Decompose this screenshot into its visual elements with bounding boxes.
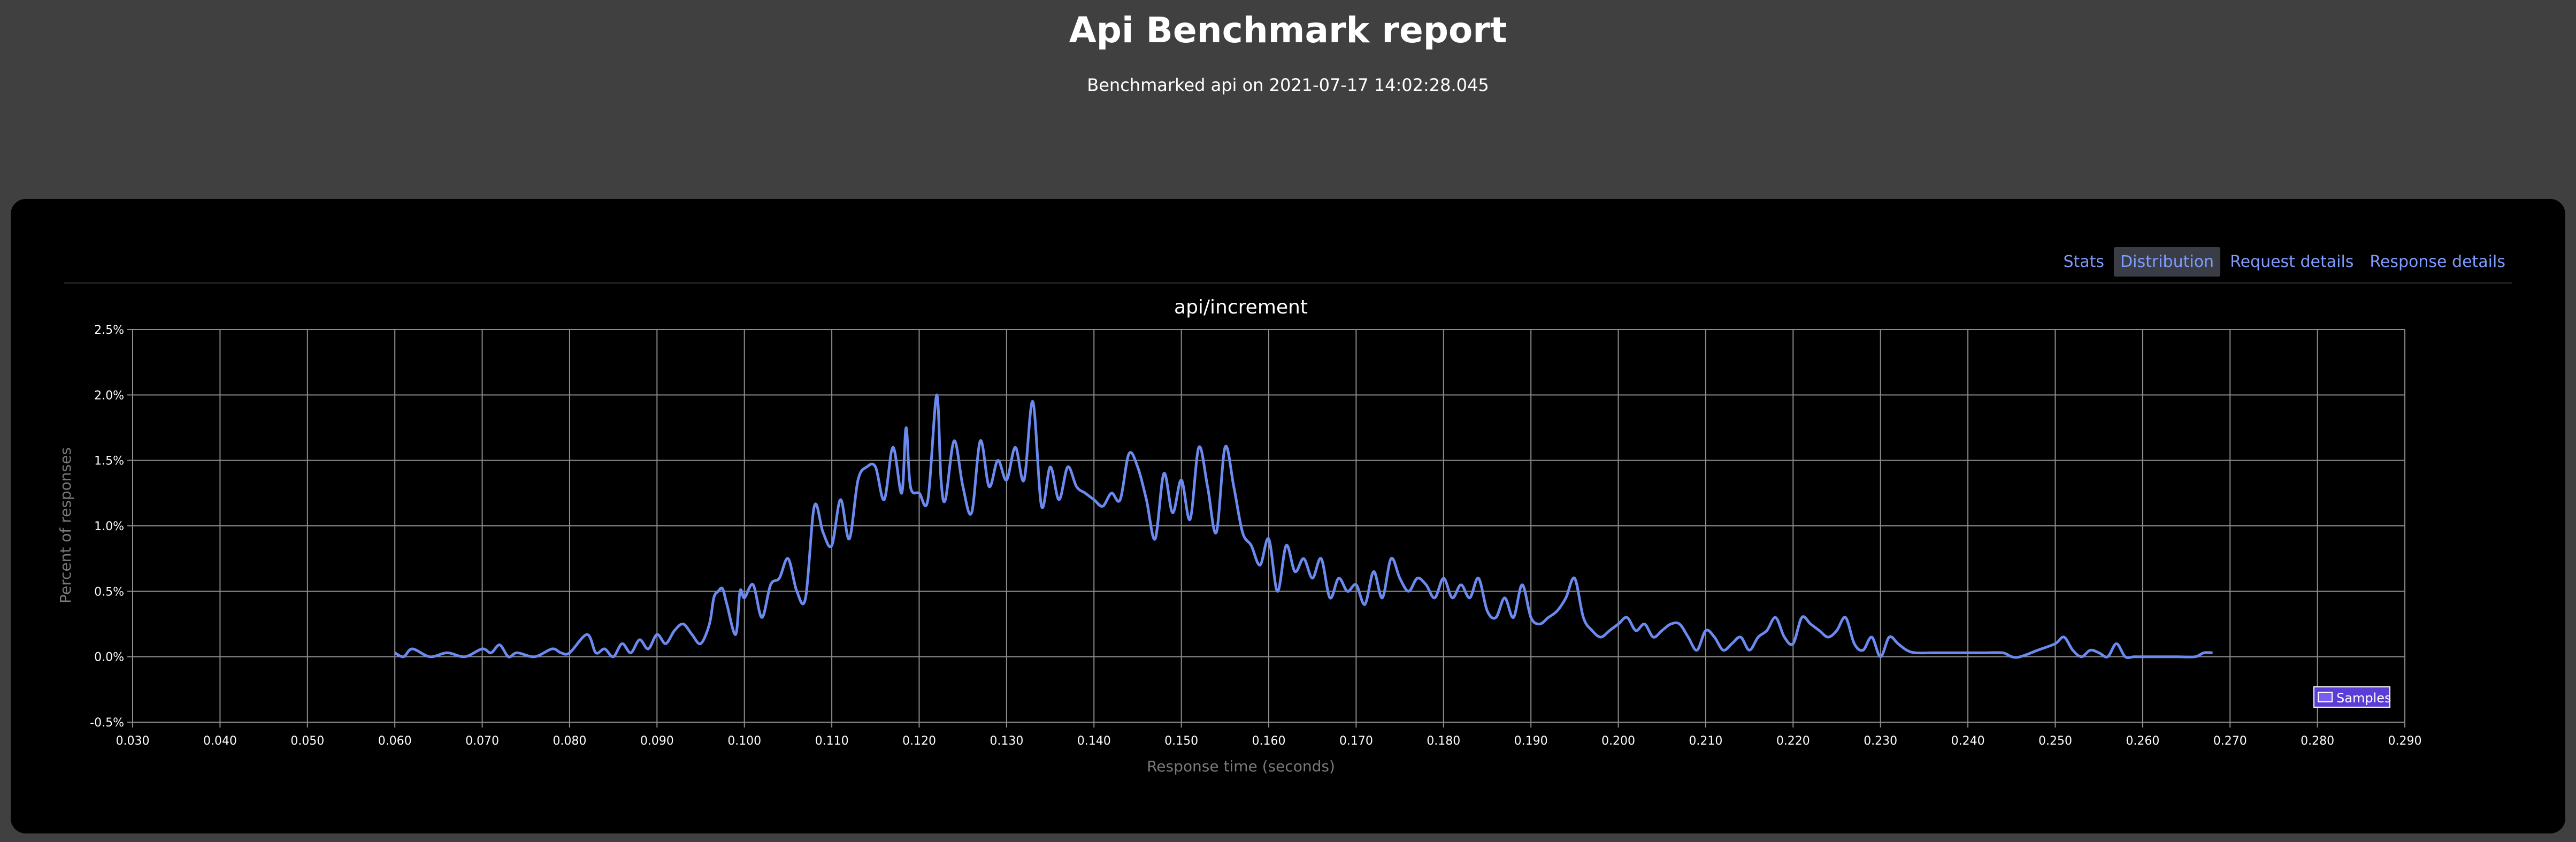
y-tick-label: -0.5% — [90, 716, 124, 730]
legend[interactable]: Samples — [2313, 686, 2391, 708]
x-tick-label: 0.170 — [1339, 734, 1373, 748]
y-tick-label: 2.0% — [94, 389, 124, 402]
y-tick-label: 1.5% — [94, 455, 124, 468]
y-axis-ticks: 2.5% 2.0% 1.5% 1.0% 0.5% 0.0% -0.5% — [90, 324, 124, 730]
x-tick-label: 0.030 — [116, 734, 150, 748]
x-tick-label: 0.270 — [2213, 734, 2247, 748]
x-tick-label: 0.040 — [203, 734, 237, 748]
chart-title: api/increment — [1174, 296, 1308, 318]
x-tick-label: 0.180 — [1427, 734, 1460, 748]
x-tick-label: 0.190 — [1514, 734, 1548, 748]
x-tick-label: 0.090 — [640, 734, 674, 748]
page-title: Api Benchmark report — [1069, 10, 1507, 51]
report-panel: Stats Distribution Request details Respo… — [11, 199, 2565, 833]
x-tick-label: 0.200 — [1601, 734, 1635, 748]
page-subtitle: Benchmarked api on 2021-07-17 14:02:28.0… — [1087, 75, 1489, 95]
x-tick-label: 0.250 — [2038, 734, 2072, 748]
x-tick-label: 0.060 — [378, 734, 412, 748]
x-tick-label: 0.140 — [1077, 734, 1111, 748]
x-tick-label: 0.070 — [465, 734, 499, 748]
x-tick-label: 0.150 — [1164, 734, 1198, 748]
x-tick-label: 0.280 — [2301, 734, 2334, 748]
distribution-chart: 0.030 0.040 0.050 0.060 0.070 0.080 0.090 0.100… — [57, 296, 2422, 775]
x-tick-label: 0.210 — [1689, 734, 1722, 748]
x-tick-label: 0.080 — [553, 734, 586, 748]
y-tick-label: 0.5% — [94, 585, 124, 599]
y-tick-label: 0.0% — [94, 651, 124, 664]
x-tick-label: 0.120 — [902, 734, 936, 748]
x-tick-label: 0.110 — [815, 734, 849, 748]
x-tick-label: 0.290 — [2388, 734, 2422, 748]
x-tick-label: 0.220 — [1776, 734, 1810, 748]
legend-label: Samples — [2336, 691, 2391, 706]
x-axis-ticks: 0.030 0.040 0.050 0.060 0.070 0.080 0.090 0.100… — [116, 734, 2422, 748]
x-tick-label: 0.240 — [1951, 734, 1985, 748]
x-tick-label: 0.160 — [1252, 734, 1286, 748]
chart-grid — [127, 329, 2405, 728]
x-tick-label: 0.260 — [2126, 734, 2159, 748]
legend-swatch-icon — [2318, 692, 2333, 702]
x-tick-label: 0.100 — [727, 734, 761, 748]
x-tick-label: 0.050 — [290, 734, 324, 748]
y-tick-label: 1.0% — [94, 520, 124, 533]
x-tick-label: 0.230 — [1864, 734, 1897, 748]
y-tick-label: 2.5% — [94, 324, 124, 337]
y-axis-label: Percent of responses — [57, 447, 74, 603]
x-axis-label: Response time (seconds) — [1147, 757, 1335, 775]
x-tick-label: 0.130 — [990, 734, 1023, 748]
